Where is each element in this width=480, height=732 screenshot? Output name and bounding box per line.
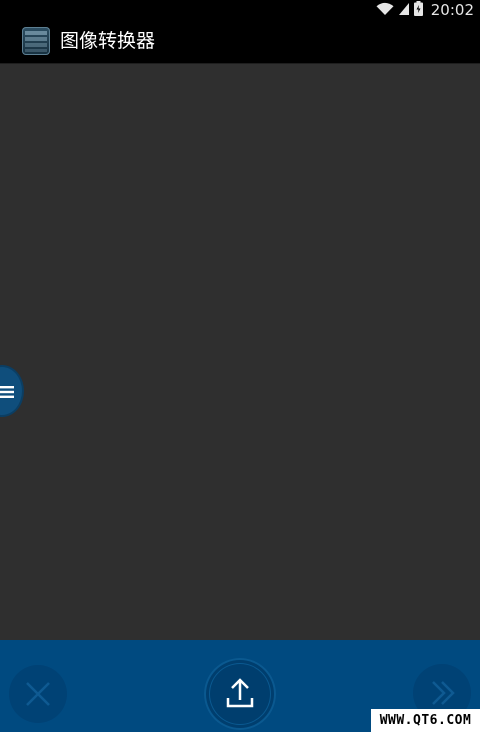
cancel-button[interactable] xyxy=(9,665,67,723)
menu-icon xyxy=(0,384,14,398)
cell-signal-icon xyxy=(398,1,410,20)
action-bar: 图像转换器 xyxy=(0,20,480,64)
status-time: 20:02 xyxy=(430,1,474,19)
app-title: 图像转换器 xyxy=(60,30,156,52)
battery-icon xyxy=(413,0,423,20)
watermark-label: WWW.QT6.COM xyxy=(371,709,480,732)
wifi-icon xyxy=(376,1,394,20)
app-screen: 20:02 图像转换器 WWW.QT6.COM xyxy=(0,0,480,732)
image-canvas xyxy=(0,64,480,640)
status-icons: 20:02 xyxy=(376,0,474,20)
status-bar: 20:02 xyxy=(0,0,480,20)
image-converter-app-icon xyxy=(22,27,50,55)
upload-button[interactable] xyxy=(204,658,276,730)
